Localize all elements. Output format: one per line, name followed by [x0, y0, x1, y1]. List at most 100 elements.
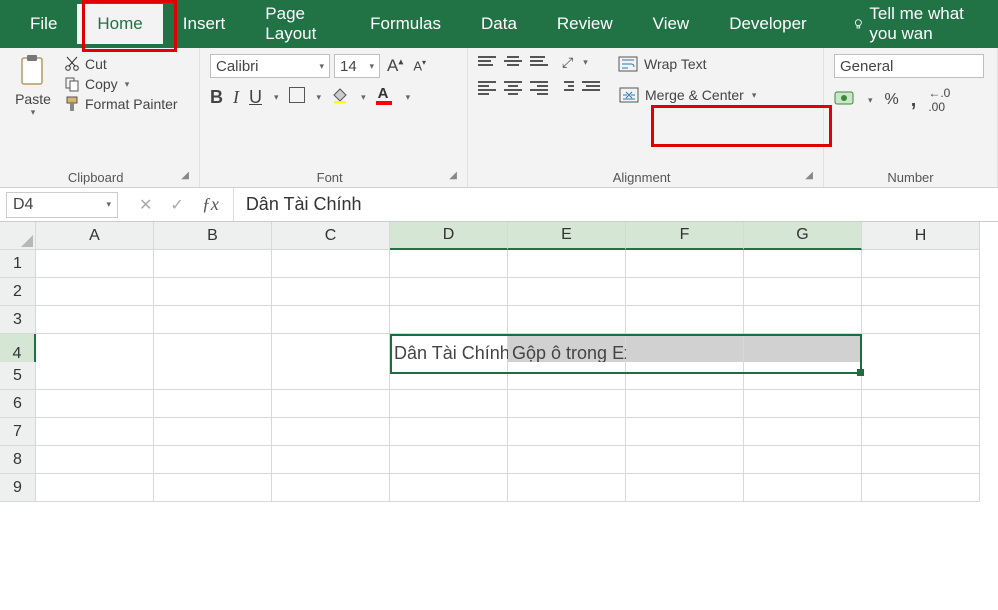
cell-H2[interactable] [862, 278, 980, 306]
cell-H8[interactable] [862, 446, 980, 474]
tab-file[interactable]: File [10, 4, 77, 44]
cell-F9[interactable] [626, 474, 744, 502]
cell-C9[interactable] [272, 474, 390, 502]
cell-B5[interactable] [154, 362, 272, 390]
tab-home[interactable]: Home [77, 4, 162, 44]
cell-E9[interactable] [508, 474, 626, 502]
cell-E3[interactable] [508, 306, 626, 334]
cell-D1[interactable] [390, 250, 508, 278]
col-header-H[interactable]: H [862, 222, 980, 250]
clipboard-launcher-icon[interactable]: ◢ [181, 170, 189, 181]
col-header-G[interactable]: G [744, 222, 862, 250]
cell-D3[interactable] [390, 306, 508, 334]
increase-decimal-button[interactable]: ←.0.00 [928, 86, 950, 114]
font-launcher-icon[interactable]: ◢ [449, 170, 457, 181]
cell-B7[interactable] [154, 418, 272, 446]
borders-dropdown-icon[interactable]: ▾ [315, 92, 322, 103]
cell-G3[interactable] [744, 306, 862, 334]
row-header-1[interactable]: 1 [0, 250, 36, 278]
format-painter-button[interactable]: Format Painter [64, 94, 178, 114]
cell-E7[interactable] [508, 418, 626, 446]
cell-B8[interactable] [154, 446, 272, 474]
cell-D5[interactable] [390, 362, 508, 390]
cell-C3[interactable] [272, 306, 390, 334]
tab-view[interactable]: View [633, 4, 710, 44]
wrap-text-button[interactable]: Wrap Text [614, 54, 761, 74]
align-center-button[interactable] [504, 81, 522, 95]
font-name-combo[interactable]: Calibri ▾ [210, 54, 330, 78]
tab-page-layout[interactable]: Page Layout [245, 0, 350, 54]
cell-A8[interactable] [36, 446, 154, 474]
cell-F8[interactable] [626, 446, 744, 474]
col-header-C[interactable]: C [272, 222, 390, 250]
cell-F2[interactable] [626, 278, 744, 306]
cell-E6[interactable] [508, 390, 626, 418]
cell-B2[interactable] [154, 278, 272, 306]
col-header-E[interactable]: E [508, 222, 626, 250]
cell-D7[interactable] [390, 418, 508, 446]
cell-G8[interactable] [744, 446, 862, 474]
accounting-format-button[interactable] [834, 90, 854, 111]
cell-H7[interactable] [862, 418, 980, 446]
underline-dropdown-icon[interactable]: ▾ [272, 92, 279, 103]
cell-F6[interactable] [626, 390, 744, 418]
fill-color-button[interactable] [331, 86, 349, 109]
row-header-6[interactable]: 6 [0, 390, 36, 418]
row-header-5[interactable]: 5 [0, 362, 36, 390]
bold-button[interactable]: B [210, 87, 223, 108]
copy-button[interactable]: Copy ▾ [64, 74, 178, 94]
paste-dropdown-icon[interactable]: ▾ [10, 107, 56, 118]
cell-C1[interactable] [272, 250, 390, 278]
row-header-8[interactable]: 8 [0, 446, 36, 474]
col-header-A[interactable]: A [36, 222, 154, 250]
cell-C5[interactable] [272, 362, 390, 390]
align-right-button[interactable] [530, 81, 548, 95]
cell-H3[interactable] [862, 306, 980, 334]
cell-D2[interactable] [390, 278, 508, 306]
cell-B1[interactable] [154, 250, 272, 278]
fill-dropdown-icon[interactable]: ▾ [359, 92, 366, 103]
row-header-9[interactable]: 9 [0, 474, 36, 502]
cell-A7[interactable] [36, 418, 154, 446]
tell-me-search[interactable]: Tell me what you wan [833, 0, 998, 54]
cell-H9[interactable] [862, 474, 980, 502]
row-header-3[interactable]: 3 [0, 306, 36, 334]
increase-font-size-button[interactable]: A▴ [384, 56, 406, 76]
cell-C7[interactable] [272, 418, 390, 446]
font-color-dropdown-icon[interactable]: ▾ [404, 92, 411, 103]
cell-D9[interactable] [390, 474, 508, 502]
cell-G6[interactable] [744, 390, 862, 418]
merge-dropdown-icon[interactable]: ▾ [750, 90, 757, 101]
font-color-button[interactable] [376, 89, 394, 107]
cell-G1[interactable] [744, 250, 862, 278]
cell-B9[interactable] [154, 474, 272, 502]
underline-button[interactable]: U [249, 87, 262, 108]
cell-A9[interactable] [36, 474, 154, 502]
name-box-dropdown-icon[interactable]: ▾ [104, 199, 111, 210]
cell-A2[interactable] [36, 278, 154, 306]
cell-C6[interactable] [272, 390, 390, 418]
align-bottom-button[interactable] [530, 56, 548, 70]
align-middle-button[interactable] [504, 56, 522, 70]
font-size-combo[interactable]: 14 ▾ [334, 54, 380, 78]
cell-G7[interactable] [744, 418, 862, 446]
cell-F7[interactable] [626, 418, 744, 446]
copy-dropdown-icon[interactable]: ▾ [123, 79, 130, 90]
percent-style-button[interactable]: % [885, 91, 899, 109]
select-all-corner[interactable] [0, 222, 36, 250]
accounting-dropdown-icon[interactable]: ▾ [866, 95, 873, 106]
formula-input[interactable]: Dân Tài Chính [233, 188, 998, 221]
paste-button[interactable]: Paste ▾ [10, 54, 56, 118]
increase-indent-button[interactable] [582, 81, 600, 95]
row-header-2[interactable]: 2 [0, 278, 36, 306]
col-header-D[interactable]: D [390, 222, 508, 250]
col-header-B[interactable]: B [154, 222, 272, 250]
cell-G2[interactable] [744, 278, 862, 306]
worksheet-grid[interactable]: A B C D E F G H 1 2 3 4 Dân Tài Chính Gộ… [0, 222, 998, 502]
tab-formulas[interactable]: Formulas [350, 4, 461, 44]
cell-E5[interactable] [508, 362, 626, 390]
cell-F1[interactable] [626, 250, 744, 278]
cell-H6[interactable] [862, 390, 980, 418]
align-left-button[interactable] [478, 81, 496, 95]
alignment-launcher-icon[interactable]: ◢ [805, 170, 813, 181]
